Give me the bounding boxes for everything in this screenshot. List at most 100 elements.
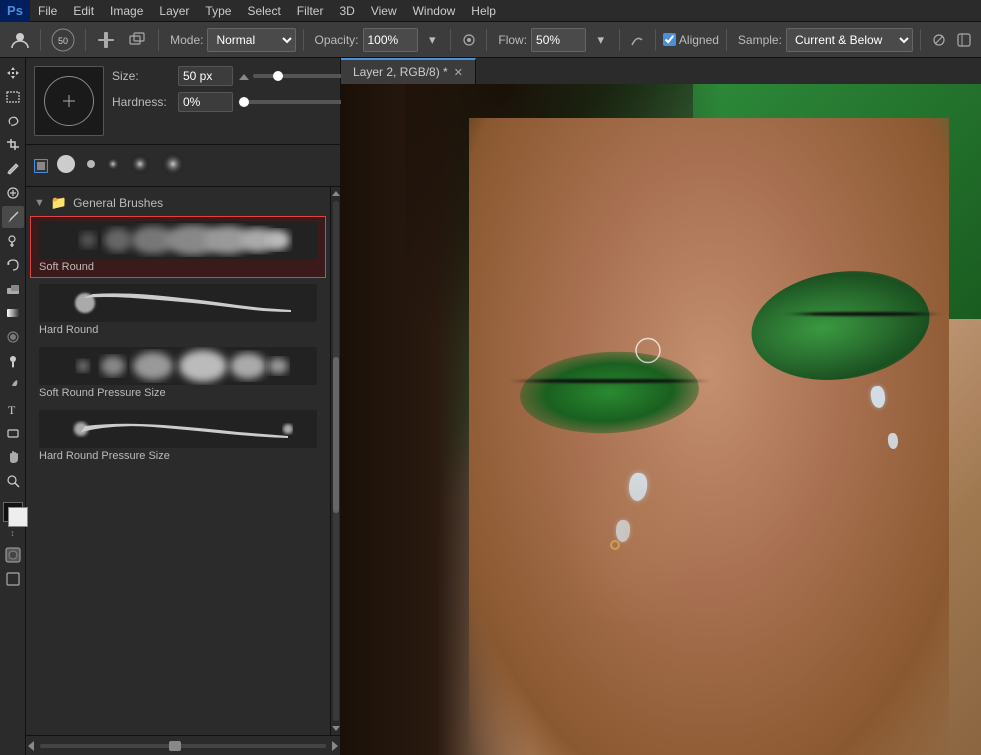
text-tool[interactable]: T [2,398,24,420]
menu-type[interactable]: Type [197,0,239,22]
hardness-input[interactable] [178,92,233,112]
gradient-tool[interactable] [2,302,24,324]
history-brush-tool[interactable] [2,254,24,276]
chevron-down-icon: ▼ [34,197,45,209]
menu-view[interactable]: View [363,0,405,22]
dodge-tool[interactable] [2,350,24,372]
hand-tool[interactable] [2,446,24,468]
preset-swatch-soft-xlarge[interactable] [158,149,188,182]
menu-3d[interactable]: 3D [331,0,362,22]
opacity-value[interactable]: 100% [363,28,418,52]
cheek-highlight [565,453,693,621]
brush-list-area[interactable]: ▼ 📁 General Brushes [26,187,330,735]
mode-select[interactable]: Normal [207,28,295,52]
select-rect-tool[interactable] [2,86,24,108]
preset-swatch-soft-mid[interactable] [104,155,122,176]
brush-toggle-btn[interactable] [93,26,120,54]
scroll-track[interactable] [333,201,339,721]
crosshair-horizontal [63,101,75,102]
scroll-thumb[interactable] [333,357,339,513]
brush-preview-area: Size: Hardness: ⚙ ⧉ [26,58,340,144]
svg-text:T: T [8,403,16,416]
hair-overlay [437,84,597,755]
scroll-up-arrow[interactable] [332,191,340,196]
menu-edit[interactable]: Edit [65,0,102,22]
brush-preview-canvas [34,66,104,136]
separator-9 [726,29,727,51]
airbrush-toggle-btn[interactable] [458,29,479,51]
brush-group-general[interactable]: ▼ 📁 General Brushes [26,191,330,215]
separator-7 [619,29,620,51]
preset-swatch-soft-large[interactable] [128,152,152,179]
menu-window[interactable]: Window [405,0,464,22]
brush-tool[interactable] [2,206,24,228]
brush-item-hard-round[interactable]: Hard Round [30,279,326,341]
preset-swatch-solid-small[interactable] [34,159,48,173]
h-scroll-track[interactable] [40,744,326,748]
background-color[interactable] [8,507,28,527]
offscreen-btn[interactable] [953,29,974,51]
lasso-tool[interactable] [2,110,24,132]
flow-value[interactable]: 50% [531,28,586,52]
canvas-area: Layer 2, RGB/8) * ✕ [341,58,981,755]
menu-filter[interactable]: Filter [289,0,332,22]
brush-preview-soft-round [39,221,317,259]
size-up-arrow[interactable] [239,74,249,80]
brush-label-soft-round: Soft Round [39,261,317,273]
quick-mask-btn[interactable] [2,544,24,566]
opacity-dropdown-btn[interactable]: ▾ [422,29,443,51]
eyedropper-tool[interactable] [2,158,24,180]
hardness-label: Hardness: [112,95,172,109]
brush-label-hard-round: Hard Round [39,324,317,336]
brush-preview-hard-round [39,284,317,322]
scroll-left-arrow[interactable] [28,741,34,751]
blur-tool[interactable] [2,326,24,348]
shape-tool[interactable] [2,422,24,444]
separator-3 [158,29,159,51]
clone-stamp-tool[interactable] [2,230,24,252]
brush-label-hard-pressure: Hard Round Pressure Size [39,450,317,462]
flow-dropdown-btn[interactable]: ▾ [590,29,611,51]
pen-tool[interactable] [2,374,24,396]
tab-label: Layer 2, RGB/8) * [353,65,448,79]
user-button[interactable] [6,26,33,54]
preset-swatch-solid-round[interactable] [54,152,78,179]
crop-tool[interactable] [2,134,24,156]
foreground-color[interactable] [3,502,23,522]
app-logo: Ps [0,0,30,22]
menu-image[interactable]: Image [102,0,151,22]
screen-mode-btn[interactable] [2,568,24,590]
ignore-adj-btn[interactable] [928,29,949,51]
menu-layer[interactable]: Layer [151,0,197,22]
scroll-right-arrow[interactable] [332,741,338,751]
tab-close-btn[interactable]: ✕ [454,66,463,79]
brush-item-soft-round[interactable]: Soft Round [30,216,326,278]
aligned-checkbox[interactable] [663,33,676,46]
clone-toggle-btn[interactable] [124,26,151,54]
smoothing-btn[interactable] [626,29,647,51]
menu-select[interactable]: Select [239,0,288,22]
move-tool[interactable] [2,62,24,84]
canvas-tab[interactable]: Layer 2, RGB/8) * ✕ [341,58,476,84]
menu-help[interactable]: Help [463,0,504,22]
heal-tool[interactable] [2,182,24,204]
eraser-tool[interactable] [2,278,24,300]
separator-10 [920,29,921,51]
h-scroll-thumb[interactable] [169,741,181,751]
menubar: Ps File Edit Image Layer Type Select Fil… [0,0,981,22]
brush-panel: Size: Hardness: ⚙ ⧉ [26,58,341,755]
menu-file[interactable]: File [30,0,65,22]
size-input[interactable] [178,66,233,86]
canvas-content[interactable] [341,84,981,755]
opacity-label: Opacity: [314,33,358,47]
brush-panel-scroll: ▼ 📁 General Brushes [26,187,340,735]
preset-swatch-soft-small[interactable] [84,157,98,174]
toggle-colors-btn[interactable]: ↕ [10,528,15,538]
brush-item-soft-pressure[interactable]: Soft Round Pressure Size [30,342,326,404]
zoom-tool[interactable] [2,470,24,492]
scroll-down-arrow[interactable] [332,726,340,731]
brush-item-hard-pressure[interactable]: Hard Round Pressure Size [30,405,326,467]
vertical-scrollbar[interactable] [330,187,340,735]
sample-select[interactable]: Current & Below [786,28,913,52]
aligned-checkbox-label[interactable]: Aligned [663,33,719,47]
